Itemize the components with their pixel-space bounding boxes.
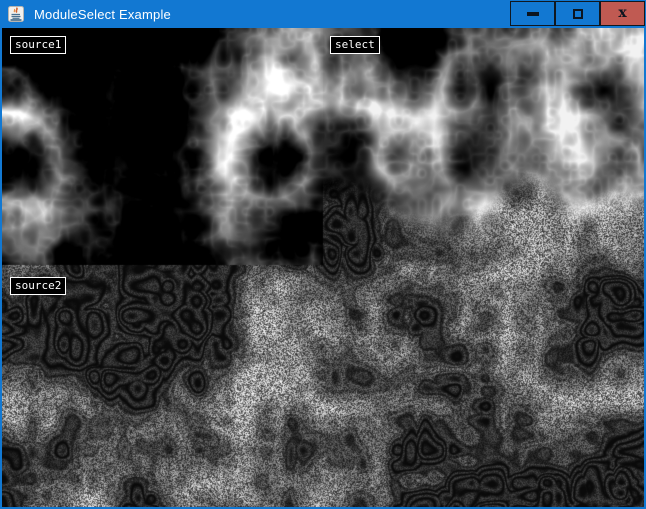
window-controls: x (510, 1, 645, 26)
window-title: ModuleSelect Example (34, 7, 171, 22)
label-source1: source1 (10, 36, 66, 54)
minimize-icon (527, 12, 539, 16)
java-app-icon[interactable] (8, 6, 24, 22)
render-area: source1 select source2 (2, 28, 644, 507)
noise-canvas (2, 28, 644, 507)
maximize-icon (573, 9, 583, 19)
titlebar[interactable]: ModuleSelect Example x (0, 0, 646, 28)
minimize-button[interactable] (510, 1, 555, 26)
app-window: ModuleSelect Example x source1 select so… (0, 0, 646, 509)
maximize-button[interactable] (555, 1, 600, 26)
close-icon: x (618, 6, 626, 20)
close-button[interactable]: x (600, 1, 645, 26)
label-select: select (330, 36, 380, 54)
label-source2: source2 (10, 277, 66, 295)
